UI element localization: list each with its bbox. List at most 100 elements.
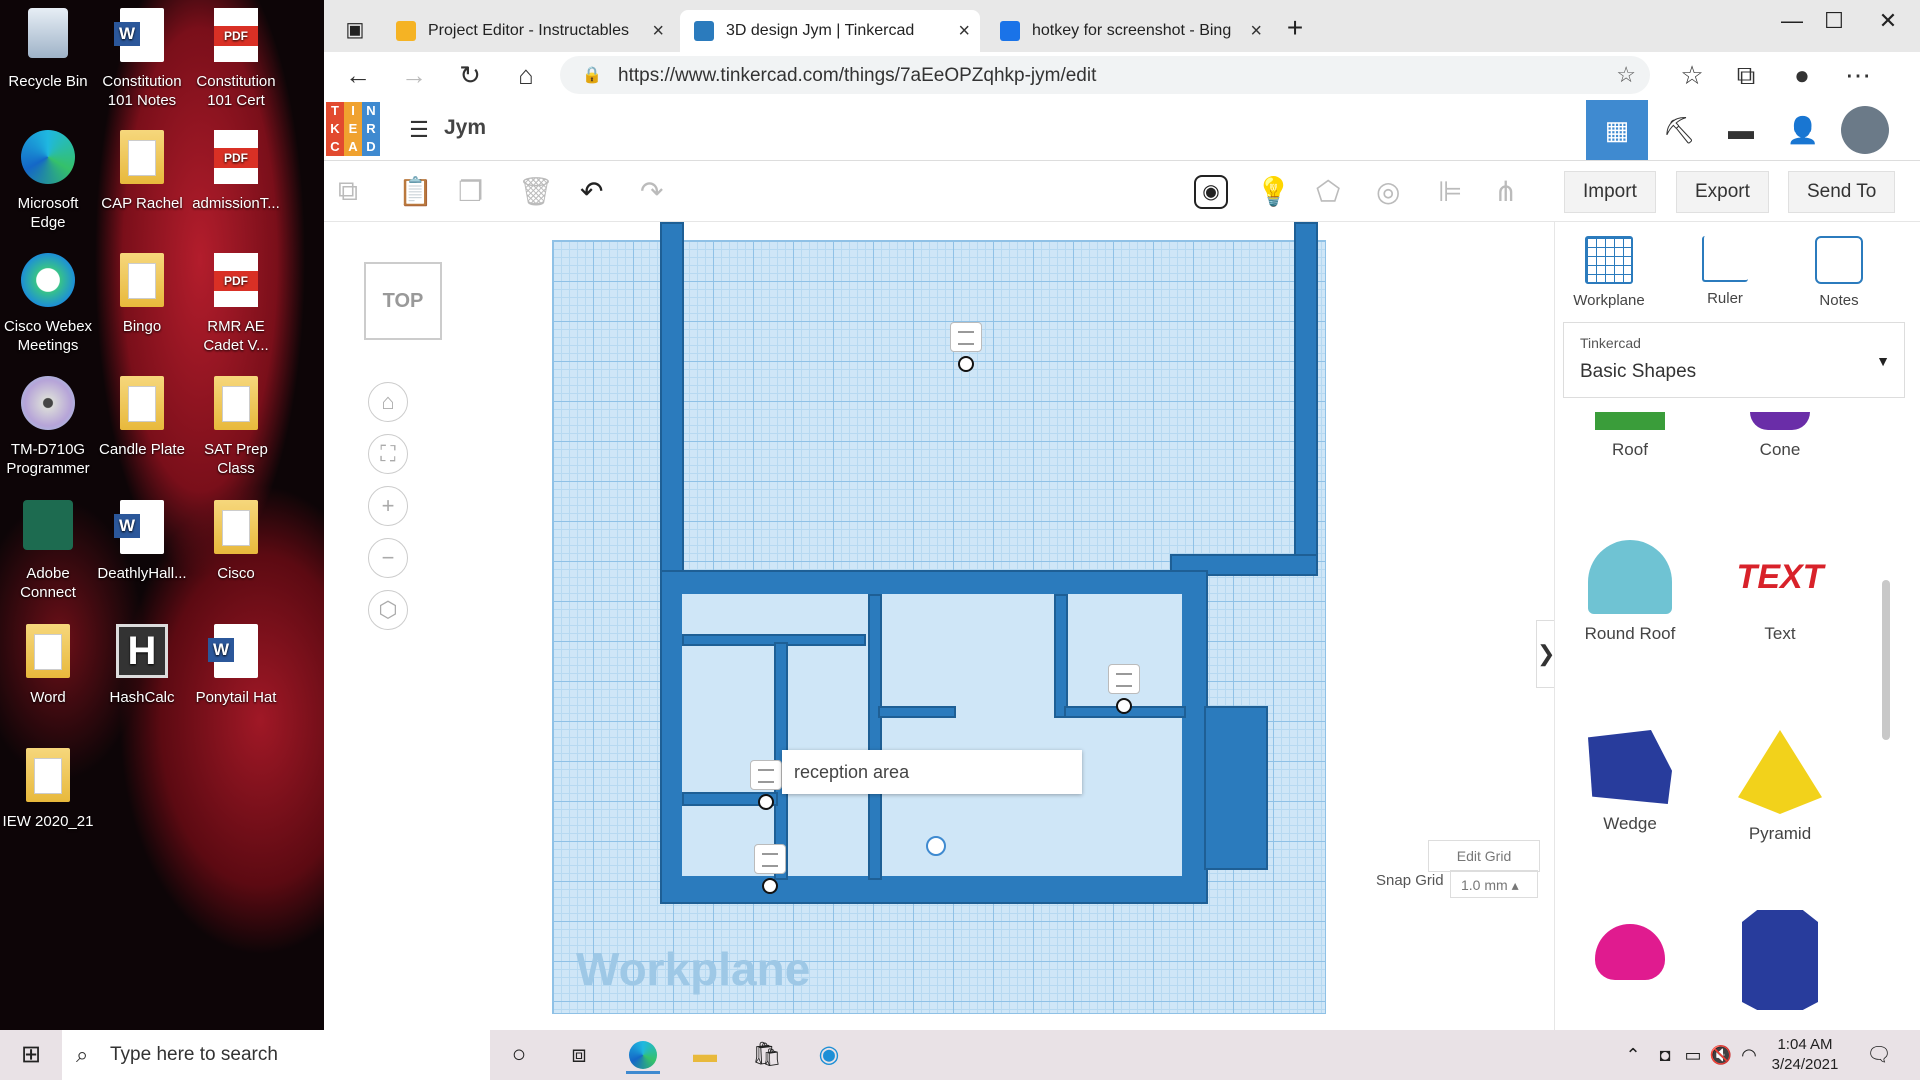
back-icon[interactable]: ←	[340, 60, 376, 91]
view-cube[interactable]: TOP	[364, 262, 442, 340]
shape-half-sphere[interactable]	[1555, 924, 1705, 990]
zoom-in-icon[interactable]: +	[368, 486, 408, 526]
collections-icon[interactable]: ⧉	[1728, 60, 1764, 92]
tab-bing[interactable]: hotkey for screenshot - Bing ×	[986, 10, 1272, 52]
tinkercad-logo[interactable]: T I N K E R C A D	[326, 102, 380, 156]
close-icon[interactable]: ×	[1250, 20, 1262, 43]
wall[interactable]	[660, 222, 684, 576]
desktop-icon-sat-prep[interactable]: SAT Prep Class	[188, 376, 284, 478]
copy-icon[interactable]: ⧉	[338, 175, 358, 208]
perspective-icon[interactable]: ⬡	[368, 590, 408, 630]
redo-icon[interactable]: ↷	[640, 175, 663, 208]
wall[interactable]	[878, 706, 956, 718]
wall[interactable]	[1204, 706, 1268, 870]
more-icon[interactable]: ⋯	[1840, 60, 1876, 91]
taskbar-clock[interactable]: 1:04 AM 3/24/2021	[1760, 1035, 1850, 1075]
forward-icon[interactable]: →	[396, 60, 432, 91]
export-button[interactable]: Export	[1676, 171, 1769, 213]
workspace[interactable]: TOP ⌂ ⛶ + − ⬡ Workplane	[324, 222, 1554, 1030]
design-title[interactable]: Jym	[444, 116, 486, 140]
collapse-panel-icon[interactable]: ❯	[1536, 620, 1556, 688]
desktop-icon-bingo[interactable]: Bingo	[94, 253, 190, 336]
desktop-icon-edge[interactable]: Microsoft Edge	[0, 130, 96, 232]
notes-toggle-icon[interactable]: ◉	[1194, 175, 1228, 209]
profile-icon[interactable]: ●	[1784, 60, 1820, 91]
app-icon[interactable]: ◉	[812, 1039, 846, 1071]
home-view-icon[interactable]: ⌂	[368, 382, 408, 422]
align-icon[interactable]: ⊫	[1438, 175, 1462, 208]
mirror-icon[interactable]: ⋔	[1494, 175, 1517, 208]
desktop-icon-constitution-cert[interactable]: PDF Constitution 101 Cert	[188, 8, 284, 110]
tab-actions-icon[interactable]: ▣	[338, 14, 372, 46]
shape-pyramid[interactable]: Pyramid	[1705, 730, 1855, 844]
url-field[interactable]: 🔒 https://www.tinkercad.com/things/7aEeO…	[560, 56, 1650, 94]
note-pin-selected[interactable]	[926, 836, 946, 856]
ruler-tool[interactable]: Ruler	[1675, 236, 1775, 307]
close-window-icon[interactable]: ✕	[1868, 8, 1908, 34]
shape-wedge[interactable]: Wedge	[1555, 730, 1705, 834]
ungroup-icon[interactable]: ◎	[1376, 175, 1400, 208]
group-icon[interactable]: ⬠	[1316, 175, 1340, 208]
maximize-icon[interactable]: ☐	[1814, 8, 1854, 34]
desktop-icon-webex[interactable]: Cisco Webex Meetings	[0, 253, 96, 355]
import-button[interactable]: Import	[1564, 171, 1656, 213]
home-icon[interactable]: ⌂	[508, 60, 544, 91]
note-marker[interactable]	[1108, 664, 1140, 694]
shape-library-dropdown[interactable]: Tinkercad Basic Shapes ▼	[1563, 322, 1905, 398]
wall[interactable]	[868, 594, 882, 880]
shape-cone[interactable]: Cone	[1705, 412, 1855, 460]
close-icon[interactable]: ×	[958, 20, 970, 43]
windows-start-icon[interactable]: ⊞	[14, 1039, 48, 1071]
desktop-icon-cisco[interactable]: Cisco	[188, 500, 284, 583]
notes-tool[interactable]: Notes	[1789, 236, 1889, 309]
edit-grid-button[interactable]: Edit Grid	[1428, 840, 1540, 872]
desktop-icon-recycle-bin[interactable]: Recycle Bin	[0, 8, 96, 91]
show-hidden-icons-icon[interactable]: ⌃	[1616, 1039, 1650, 1071]
3d-view-grid-icon[interactable]: ▦	[1586, 100, 1648, 160]
fit-view-icon[interactable]: ⛶	[368, 434, 408, 474]
tab-instructables[interactable]: Project Editor - Instructables ×	[382, 10, 674, 52]
refresh-icon[interactable]: ↻	[452, 60, 488, 91]
desktop-icon-word[interactable]: Word	[0, 624, 96, 707]
task-view-icon[interactable]: ⧈	[562, 1039, 596, 1071]
delete-icon[interactable]: 🗑	[518, 175, 554, 208]
desktop-icon-tm-d710g[interactable]: TM-D710G Programmer	[0, 376, 96, 478]
favorites-icon[interactable]: ☆	[1674, 60, 1710, 91]
cortana-icon[interactable]: ○	[502, 1039, 536, 1071]
minimize-icon[interactable]: —	[1772, 8, 1812, 34]
edge-taskbar-icon[interactable]	[626, 1039, 660, 1074]
zoom-out-icon[interactable]: −	[368, 538, 408, 578]
wall[interactable]	[1054, 594, 1068, 718]
desktop-icon-ponytail-hat[interactable]: W Ponytail Hat	[188, 624, 284, 707]
shape-roof[interactable]: Roof	[1555, 412, 1705, 460]
store-icon[interactable]: 🛍	[750, 1039, 784, 1071]
add-favorite-icon[interactable]: ☆	[1616, 62, 1636, 88]
undo-icon[interactable]: ↶	[580, 175, 603, 208]
minecraft-pickaxe-icon[interactable]: ⛏	[1648, 100, 1710, 160]
note-marker[interactable]	[750, 760, 782, 790]
avatar[interactable]	[1834, 100, 1896, 160]
note-marker[interactable]	[754, 844, 786, 874]
note-callout[interactable]: reception area	[782, 750, 1082, 794]
design-list-icon[interactable]: ☰	[388, 100, 450, 160]
close-icon[interactable]: ×	[652, 20, 664, 43]
shape-round-roof[interactable]: Round Roof	[1555, 540, 1705, 644]
shapes-panel-scrollbar[interactable]	[1882, 580, 1890, 740]
taskbar-search-box[interactable]: ⌕ Type here to search	[62, 1030, 490, 1080]
desktop-icon-candle-plate[interactable]: Candle Plate	[94, 376, 190, 459]
desktop-icon-constitution-notes[interactable]: W Constitution 101 Notes	[94, 8, 190, 110]
note-pin[interactable]	[1116, 698, 1132, 714]
new-tab-button[interactable]: +	[1278, 12, 1312, 44]
note-pin[interactable]	[758, 794, 774, 810]
paste-icon[interactable]: 📋	[398, 175, 433, 208]
file-explorer-icon[interactable]: ▬	[688, 1039, 722, 1071]
duplicate-icon[interactable]: ❐	[458, 175, 483, 208]
desktop-icon-adobe-connect[interactable]: Adobe Connect	[0, 500, 96, 602]
note-pin[interactable]	[958, 356, 974, 372]
wall[interactable]	[1294, 222, 1318, 576]
workplane-tool[interactable]: Workplane	[1559, 236, 1659, 309]
shape-text[interactable]: TEXT Text	[1705, 540, 1855, 644]
note-marker[interactable]	[950, 322, 982, 352]
shape-polygon[interactable]	[1705, 910, 1855, 1020]
add-user-icon[interactable]: 👤	[1772, 100, 1834, 160]
